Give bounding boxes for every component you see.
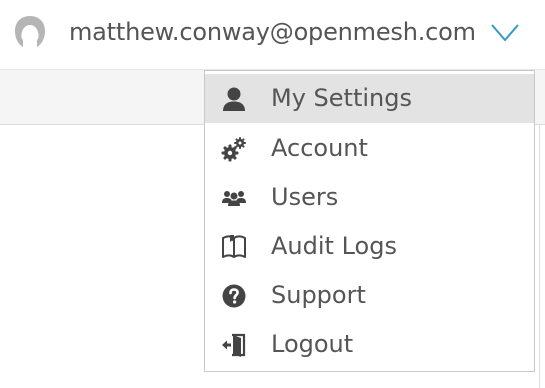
- logout-icon: [222, 333, 246, 357]
- menu-item-label: My Settings: [271, 84, 412, 112]
- page-edge: [539, 125, 540, 388]
- menu-item-my-settings[interactable]: My Settings: [205, 74, 534, 123]
- menu-item-label: Support: [271, 281, 366, 309]
- question-circle-icon: [222, 284, 246, 308]
- menu-item-audit-logs[interactable]: Audit Logs: [205, 222, 534, 271]
- gears-icon: [221, 137, 246, 162]
- book-icon: [222, 235, 246, 258]
- users-icon: [222, 191, 246, 206]
- user-avatar-icon[interactable]: [10, 13, 50, 49]
- menu-item-label: Users: [271, 183, 339, 211]
- top-bar: matthew.conway@openmesh.com: [0, 0, 545, 70]
- menu-item-label: Logout: [271, 330, 354, 358]
- user-icon: [223, 87, 245, 111]
- menu-item-label: Account: [271, 134, 368, 162]
- user-dropdown-menu: My Settings Account Users Audit Logs Sup…: [204, 70, 535, 372]
- chevron-down-icon[interactable]: [489, 21, 521, 45]
- menu-item-label: Audit Logs: [271, 232, 397, 260]
- menu-item-logout[interactable]: Logout: [205, 320, 534, 369]
- menu-item-account[interactable]: Account: [205, 124, 534, 173]
- user-email[interactable]: matthew.conway@openmesh.com: [69, 14, 476, 50]
- menu-item-support[interactable]: Support: [205, 271, 534, 320]
- menu-item-users[interactable]: Users: [205, 173, 534, 222]
